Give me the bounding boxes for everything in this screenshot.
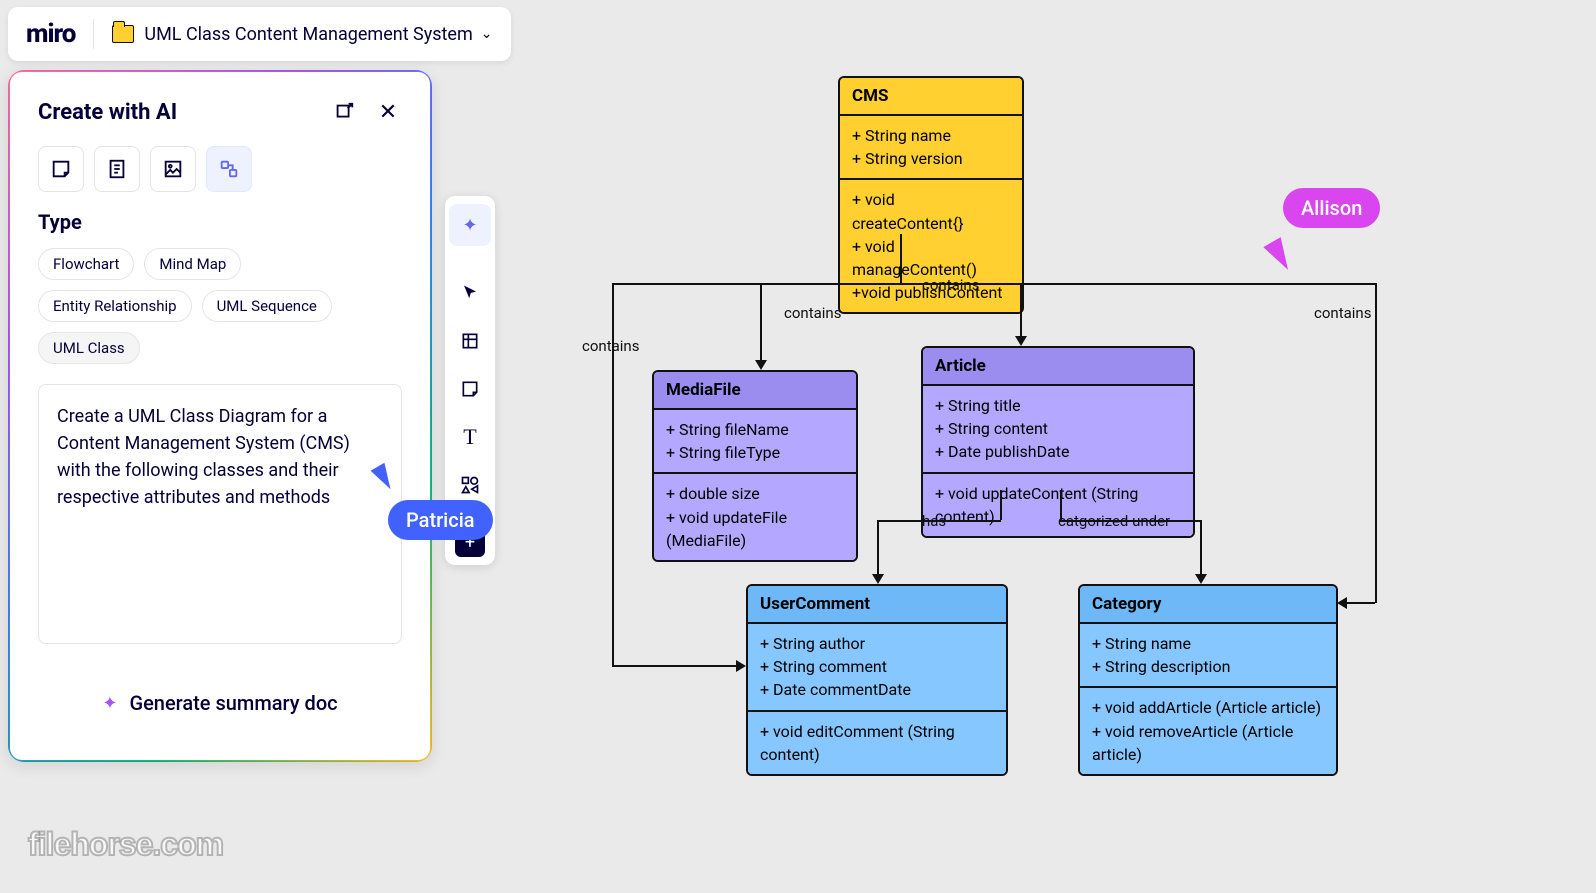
connector-label: contains [784, 304, 841, 322]
connector [612, 283, 1377, 285]
generate-button[interactable]: ✦ Generate summary doc [38, 672, 402, 734]
uml-class-article[interactable]: Article + String title + String content … [921, 346, 1195, 538]
connector [1375, 283, 1377, 603]
diagram-tool[interactable] [206, 146, 252, 192]
chip-entity-relationship[interactable]: Entity Relationship [38, 290, 192, 322]
uml-methods: + double size + void updateFile (MediaFi… [654, 474, 856, 560]
folder-icon [112, 25, 134, 43]
connector-label: contains [922, 276, 979, 294]
sticky-tool[interactable] [449, 368, 491, 410]
miro-logo: miro [26, 19, 75, 49]
expand-icon[interactable] [330, 98, 358, 126]
connector [877, 520, 879, 575]
arrowhead [1015, 336, 1027, 346]
chip-flowchart[interactable]: Flowchart [38, 248, 134, 280]
uml-class-usercomment[interactable]: UserComment + String author + String com… [746, 584, 1008, 776]
uml-attrs: + String name + String version [840, 116, 1022, 180]
connector-label: contains [1314, 304, 1371, 322]
uml-class-name: Category [1080, 586, 1336, 624]
uml-class-name: UserComment [748, 586, 1006, 624]
ai-panel: Create with AI ✕ Type Flowchart Mind Map… [8, 70, 432, 762]
connector [760, 311, 762, 361]
connector-label: has [922, 512, 946, 530]
uml-class-name: Article [923, 348, 1193, 386]
image-tool[interactable] [150, 146, 196, 192]
watermark: filehorse.com [28, 826, 223, 863]
connector [1000, 490, 1002, 520]
generate-label: Generate summary doc [129, 691, 337, 715]
uml-attrs: + String author + String comment + Date … [748, 624, 1006, 712]
cursor-allison: Allison [1283, 188, 1380, 228]
uml-attrs: + String fileName + String fileType [654, 410, 856, 474]
arrowhead [1195, 574, 1207, 584]
arrowhead [1337, 597, 1347, 609]
connector [612, 665, 737, 667]
top-bar: miro UML Class Content Management System… [8, 7, 511, 61]
divider [93, 19, 94, 49]
connector [1200, 520, 1202, 575]
type-label: Type [38, 210, 402, 234]
ai-sparkle-button[interactable]: ✦ [449, 204, 491, 246]
ai-prompt-input[interactable] [38, 384, 402, 644]
board-title[interactable]: UML Class Content Management System [144, 24, 472, 45]
chip-uml-sequence[interactable]: UML Sequence [202, 290, 332, 322]
uml-attrs: + String name + String description [1080, 624, 1336, 688]
cursor-tool[interactable] [449, 272, 491, 314]
connector [1020, 283, 1022, 337]
connector [760, 283, 762, 311]
document-tool[interactable] [94, 146, 140, 192]
cursor-patricia: Patricia [388, 500, 493, 540]
connector [900, 234, 902, 284]
close-icon[interactable]: ✕ [374, 98, 402, 126]
text-tool[interactable]: T [449, 416, 491, 458]
chip-mind-map[interactable]: Mind Map [144, 248, 241, 280]
connector-label: catgorized under [1058, 512, 1170, 530]
sticky-note-tool[interactable] [38, 146, 84, 192]
uml-class-category[interactable]: Category + String name + String descript… [1078, 584, 1338, 776]
chip-row: Flowchart Mind Map Entity Relationship U… [38, 248, 402, 364]
chevron-down-icon[interactable]: ⌄ [481, 26, 493, 42]
uml-attrs: + String title + String content + Date p… [923, 386, 1193, 474]
chip-uml-class[interactable]: UML Class [38, 332, 140, 364]
uml-methods: + void editComment (String content) [748, 712, 1006, 774]
arrowhead [736, 660, 746, 672]
uml-class-name: CMS [840, 78, 1022, 116]
frame-tool[interactable] [449, 320, 491, 362]
uml-methods: + void addArticle (Article article) + vo… [1080, 688, 1336, 774]
connector-label: contains [582, 337, 639, 355]
connector [1345, 602, 1375, 604]
cursor-allison-arrow [1263, 237, 1296, 275]
sparkle-icon: ✦ [102, 693, 117, 714]
ai-tool-row [38, 146, 402, 192]
arrowhead [872, 574, 884, 584]
uml-class-name: MediaFile [654, 372, 856, 410]
uml-class-mediafile[interactable]: MediaFile + String fileName + String fil… [652, 370, 858, 562]
ai-panel-title: Create with AI [38, 100, 177, 125]
arrowhead [755, 360, 767, 370]
